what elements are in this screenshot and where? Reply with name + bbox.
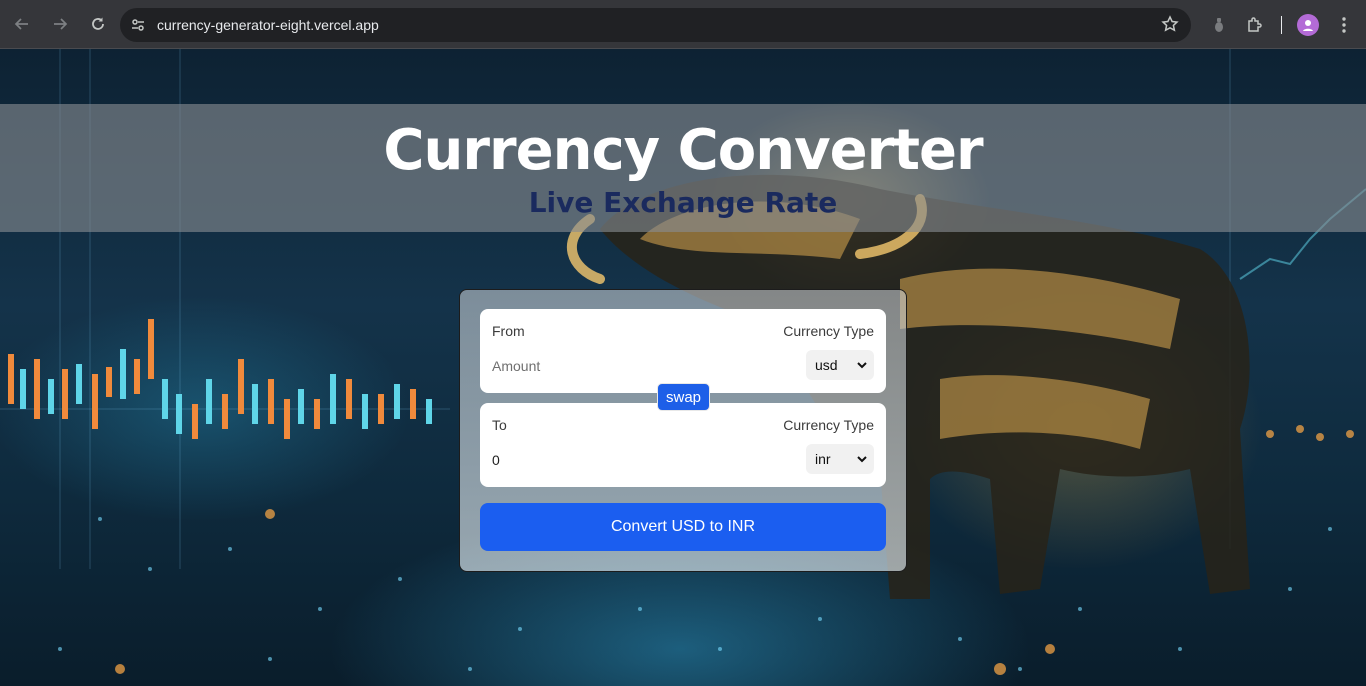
url-text[interactable]: currency-generator-eight.vercel.app xyxy=(157,17,379,33)
page-subtitle: Live Exchange Rate xyxy=(528,186,838,219)
back-icon[interactable] xyxy=(4,6,40,42)
browser-toolbar: currency-generator-eight.vercel.app xyxy=(0,0,1366,49)
toolbar-divider xyxy=(1281,15,1282,34)
to-label: To xyxy=(492,417,507,433)
from-label: From xyxy=(492,323,525,339)
page-title: Currency Converter xyxy=(383,118,983,183)
site-settings-icon[interactable] xyxy=(123,10,153,40)
to-field: To Currency Type inr xyxy=(480,403,886,487)
to-currency-value: inr xyxy=(815,451,831,467)
address-bar[interactable]: currency-generator-eight.vercel.app xyxy=(120,8,1191,42)
extension-icon[interactable] xyxy=(1201,7,1237,43)
profile-avatar[interactable] xyxy=(1297,13,1319,36)
chevron-down-icon xyxy=(857,456,867,463)
to-amount-input[interactable] xyxy=(492,449,742,471)
to-currency-select[interactable]: inr xyxy=(806,444,874,474)
reload-icon[interactable] xyxy=(80,6,116,42)
to-currency-type-label: Currency Type xyxy=(783,417,874,433)
header-banner: Currency Converter Live Exchange Rate xyxy=(0,104,1366,232)
page-background: Currency Converter Live Exchange Rate Fr… xyxy=(0,49,1366,686)
chevron-down-icon xyxy=(857,362,867,369)
from-currency-value: usd xyxy=(815,357,838,373)
from-amount-input[interactable] xyxy=(492,355,742,377)
browser-menu-icon[interactable] xyxy=(1326,7,1362,43)
converter-card: From Currency Type usd To Currency Type … xyxy=(459,289,907,572)
from-currency-type-label: Currency Type xyxy=(783,323,874,339)
bookmark-star-icon[interactable] xyxy=(1161,15,1179,38)
extensions-puzzle-icon[interactable] xyxy=(1237,7,1273,43)
from-currency-select[interactable]: usd xyxy=(806,350,874,380)
swap-button[interactable]: swap xyxy=(657,383,710,411)
convert-button[interactable]: Convert USD to INR xyxy=(480,503,886,551)
from-field: From Currency Type usd xyxy=(480,309,886,393)
forward-icon[interactable] xyxy=(42,6,78,42)
